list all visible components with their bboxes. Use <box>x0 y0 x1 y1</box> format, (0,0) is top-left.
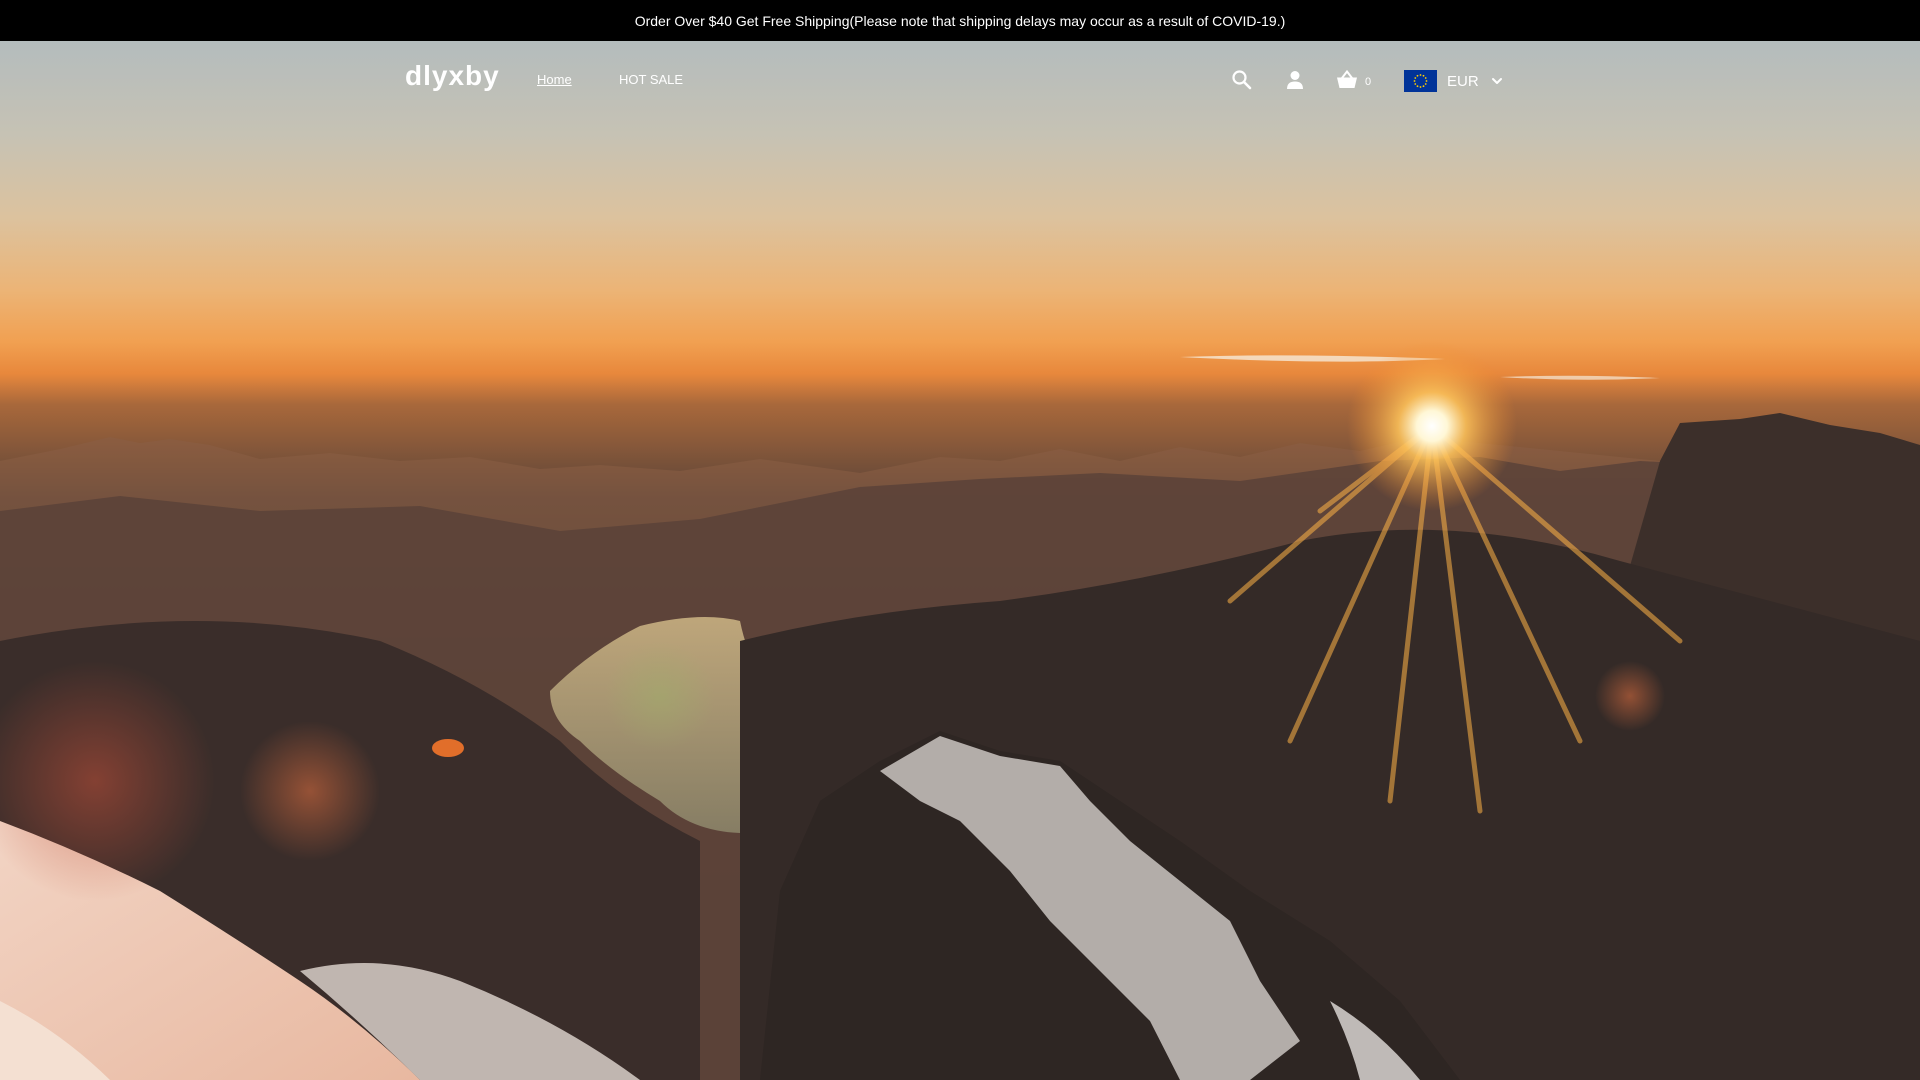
cart-count: 0 <box>1365 76 1372 88</box>
store-logo[interactable]: dlyxby <box>405 60 500 92</box>
shopping-basket-icon <box>1337 69 1357 88</box>
eu-flag-icon <box>1404 70 1437 92</box>
search-icon <box>1232 70 1252 90</box>
nav-home-link[interactable]: Home <box>537 72 572 87</box>
announcement-text: Order Over $40 Get Free Shipping(Please … <box>634 12 1286 29</box>
currency-code: EUR <box>1447 72 1479 90</box>
currency-selector[interactable]: EUR <box>1404 69 1503 93</box>
site-header: dlyxby Home HOT SALE 0 EUR <box>0 41 1920 121</box>
hero-landscape-image <box>0 341 1920 1080</box>
account-button[interactable] <box>1283 68 1307 92</box>
cart-button[interactable] <box>1335 68 1359 92</box>
hero-banner <box>0 41 1920 1080</box>
user-icon <box>1287 71 1303 89</box>
search-button[interactable] <box>1230 68 1254 92</box>
announcement-bar: Order Over $40 Get Free Shipping(Please … <box>0 0 1920 41</box>
nav-hot-sale-link[interactable]: HOT SALE <box>619 72 683 87</box>
chevron-down-icon <box>1491 78 1502 84</box>
